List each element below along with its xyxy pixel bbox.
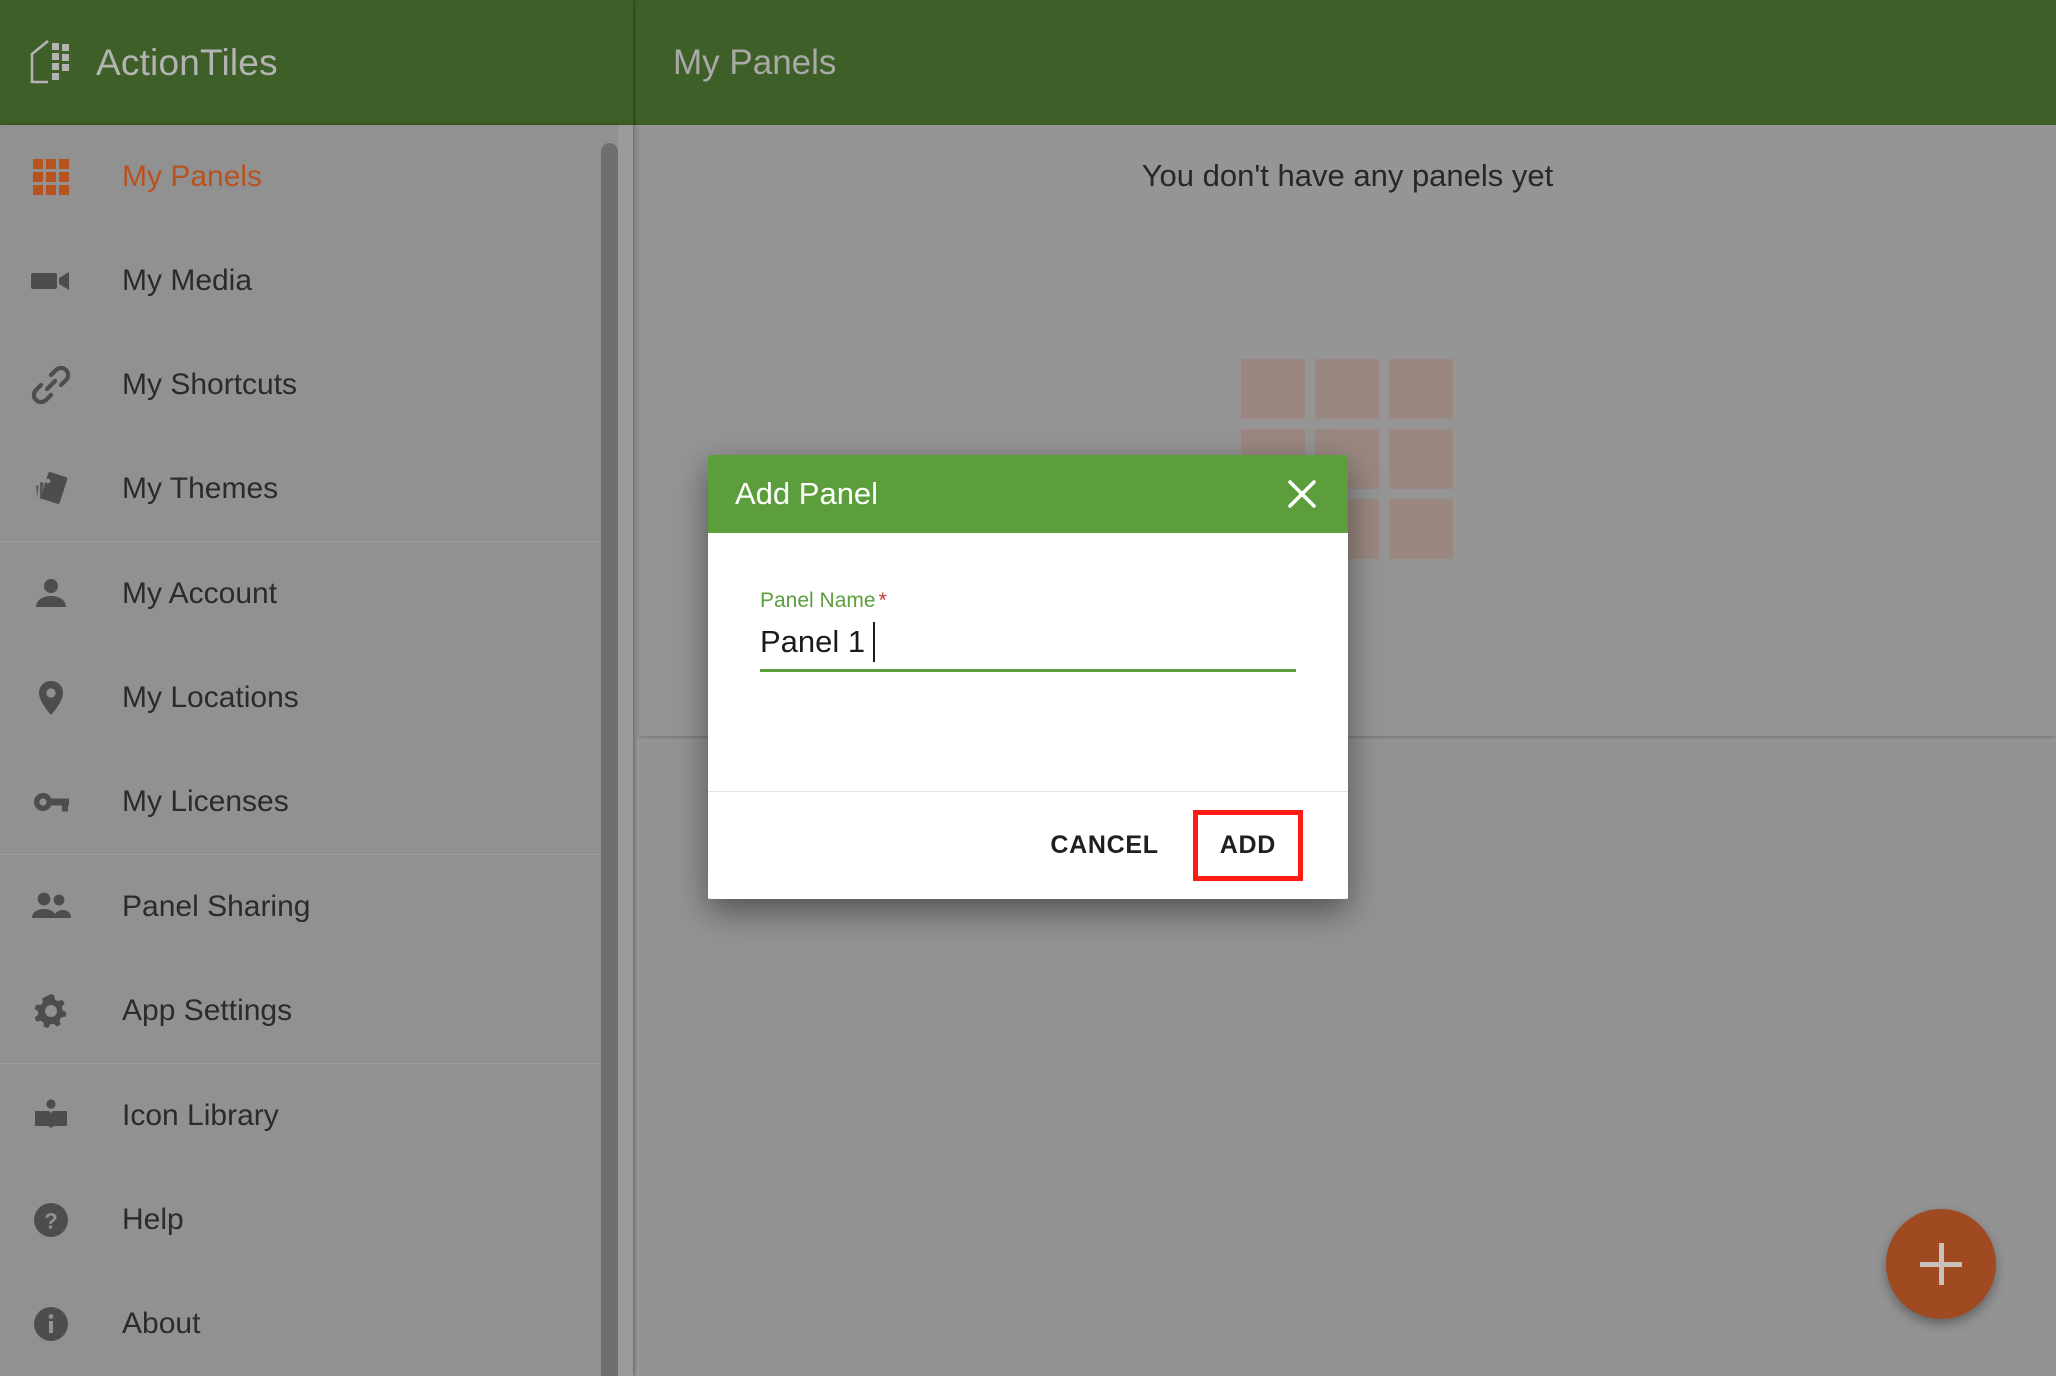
videocam-icon: [28, 258, 74, 304]
location-pin-icon: [28, 675, 74, 721]
placeholder-tile: [1389, 359, 1453, 419]
app-root: ActionTiles My Panels My Panels: [0, 0, 2056, 1376]
add-panel-dialog: Add Panel Panel Name* CANCEL: [708, 455, 1348, 899]
placeholder-tile: [1315, 359, 1379, 419]
dialog-footer: CANCEL ADD: [708, 791, 1348, 899]
sidebar-item-my-shortcuts[interactable]: My Shortcuts: [0, 333, 633, 437]
dialog-header: Add Panel: [708, 455, 1348, 533]
sidebar-scrollbar-thumb[interactable]: [601, 143, 618, 1376]
sidebar-group-4: Icon Library ? Help: [0, 1063, 633, 1376]
brand-title: ActionTiles: [96, 42, 278, 84]
info-circle-icon: [28, 1301, 74, 1347]
sidebar-scrollbar[interactable]: [601, 125, 618, 1376]
add-button-highlight: ADD: [1193, 810, 1303, 881]
sidebar-item-help[interactable]: ? Help: [0, 1168, 633, 1272]
sidebar-item-label: About: [122, 1307, 200, 1341]
placeholder-tile: [1389, 429, 1453, 489]
plus-icon: [1920, 1243, 1962, 1285]
cancel-button[interactable]: CANCEL: [1026, 814, 1182, 877]
svg-text:?: ?: [44, 1209, 57, 1234]
text-caret: [873, 622, 875, 662]
brand-header: ActionTiles: [0, 0, 633, 125]
sidebar-item-label: My Panels: [122, 160, 262, 194]
empty-state-message: You don't have any panels yet: [639, 158, 2056, 194]
key-icon: [28, 779, 74, 825]
placeholder-tile: [1389, 499, 1453, 559]
sidebar-item-my-locations[interactable]: My Locations: [0, 646, 633, 750]
dialog-body: Panel Name*: [708, 533, 1348, 791]
sidebar-nav: My Panels My Media: [0, 125, 633, 1376]
sidebar-item-my-media[interactable]: My Media: [0, 229, 633, 333]
sidebar-gutter: [618, 125, 633, 1376]
sidebar-item-label: Icon Library: [122, 1099, 279, 1133]
sidebar-item-label: My Licenses: [122, 785, 289, 819]
people-icon: [28, 884, 74, 930]
grid-icon: [28, 154, 74, 200]
sidebar-item-about[interactable]: About: [0, 1272, 633, 1376]
sidebar-item-app-settings[interactable]: App Settings: [0, 959, 633, 1063]
person-icon: [28, 571, 74, 617]
sidebar-item-label: App Settings: [122, 994, 292, 1028]
gear-icon: [28, 988, 74, 1034]
sidebar-group-1: My Panels My Media: [0, 125, 633, 541]
dialog-title: Add Panel: [735, 476, 878, 512]
sidebar-item-label: My Shortcuts: [122, 368, 297, 402]
panel-name-label: Panel Name*: [760, 589, 1296, 613]
sidebar-item-label: My Themes: [122, 472, 278, 506]
book-icon: [28, 1093, 74, 1139]
add-button[interactable]: ADD: [1198, 815, 1298, 876]
panel-name-input[interactable]: [760, 622, 1296, 662]
placeholder-tile: [1241, 359, 1305, 419]
panel-name-label-text: Panel Name: [760, 589, 876, 612]
sidebar-item-my-licenses[interactable]: My Licenses: [0, 750, 633, 854]
link-icon: [28, 362, 74, 408]
sidebar-item-my-themes[interactable]: My Themes: [0, 437, 633, 541]
actiontiles-house-grid-logo-icon: [28, 38, 74, 88]
add-panel-fab-button[interactable]: [1886, 1209, 1996, 1319]
sidebar-group-3: Panel Sharing App Settings: [0, 854, 633, 1063]
sidebar-item-my-account[interactable]: My Account: [0, 542, 633, 646]
sidebar-group-2: My Account My Locations: [0, 541, 633, 854]
sidebar-item-label: My Locations: [122, 681, 299, 715]
page-header: My Panels: [633, 0, 2056, 125]
sidebar-item-panel-sharing[interactable]: Panel Sharing: [0, 855, 633, 959]
close-x-icon[interactable]: [1280, 472, 1324, 516]
sidebar-item-label: Help: [122, 1203, 184, 1237]
page-title: My Panels: [673, 43, 836, 83]
panel-name-field-wrap: [760, 622, 1296, 672]
sidebar-item-my-panels[interactable]: My Panels: [0, 125, 633, 229]
app-header: ActionTiles My Panels: [0, 0, 2056, 125]
sidebar-item-label: My Account: [122, 577, 277, 611]
sidebar-item-label: Panel Sharing: [122, 890, 310, 924]
sidebar-item-icon-library[interactable]: Icon Library: [0, 1064, 633, 1168]
required-marker: *: [879, 589, 887, 612]
palette-icon: [28, 466, 74, 512]
help-circle-icon: ?: [28, 1197, 74, 1243]
sidebar-item-label: My Media: [122, 264, 252, 298]
tiles-row: [1241, 359, 1455, 419]
